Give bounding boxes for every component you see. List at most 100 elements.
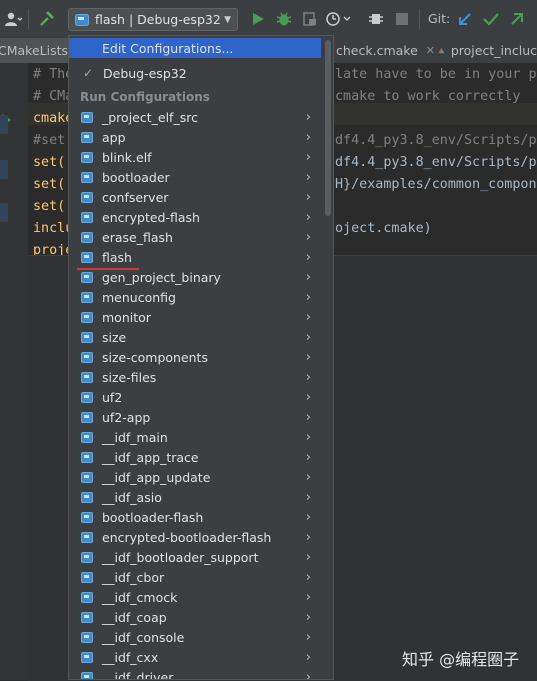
run-configuration-item[interactable]: size-components › [69,347,321,367]
run-configuration-item[interactable]: encrypted-flash › [69,207,321,227]
tab-cmakelists[interactable]: CMakeLists. [0,38,72,63]
code-line: set( [33,155,66,170]
git-commit-icon[interactable] [481,10,501,28]
chevron-right-icon: › [305,589,311,605]
chevron-right-icon: › [305,529,311,545]
chevron-right-icon: › [305,449,311,465]
code-line: set( [33,177,66,192]
editor-gutter [0,63,29,680]
run-configuration-label: __idf_asio [102,489,162,505]
run-configuration-label: __idf_coap [102,609,167,625]
run-configuration-item[interactable]: __idf_coap › [69,607,321,627]
run-configuration-item[interactable]: monitor › [69,307,321,327]
run-configuration-item[interactable]: flash › [69,247,321,267]
run-configuration-label: flash [102,249,132,265]
cmake-target-icon [81,271,93,283]
run-configuration-item[interactable]: __idf_app_update › [69,467,321,487]
run-configuration-item[interactable]: __idf_bootloader_support › [69,547,321,567]
cmake-target-icon [81,311,93,323]
run-configuration-label: uf2 [102,389,123,405]
cmake-target-icon [75,13,89,26]
chevron-right-icon: › [305,309,311,325]
cmake-target-icon [81,171,93,183]
run-configuration-label: __idf_bootloader_support [102,549,259,565]
run-with-coverage-icon[interactable] [300,10,320,28]
run-configuration-item[interactable]: erase_flash › [69,227,321,247]
chevron-right-icon: › [305,149,311,165]
cmake-target-icon [81,391,93,403]
run-configuration-selector[interactable]: flash | Debug-esp32 ▼ [68,8,238,31]
tab-check-cmake[interactable]: check.cmake ✕ [334,38,435,63]
chevron-right-icon: › [305,569,311,585]
run-configuration-item[interactable]: __idf_console › [69,627,321,647]
chevron-right-icon: › [305,369,311,385]
run-configuration-item[interactable]: blink.elf › [69,147,321,167]
tab-project-include[interactable]: project_incluc [438,38,537,63]
run-configuration-label: confserver [102,189,169,205]
cmake-target-icon [81,111,93,123]
edit-configurations-item[interactable]: Edit Configurations... [69,38,321,58]
run-configuration-label: __idf_app_update [102,469,211,485]
cmake-target-icon [81,231,93,243]
checkmark-icon: ✓ [83,66,94,80]
current-configuration-item[interactable]: ✓ Debug-esp32 [69,63,321,83]
chevron-right-icon: › [305,189,311,205]
run-configuration-item[interactable]: __idf_cbor › [69,567,321,587]
attach-debugger-icon[interactable] [366,10,386,28]
cmake-target-icon [81,351,93,363]
cmake-target-icon [81,331,93,343]
chevron-right-icon: › [305,289,311,305]
close-icon[interactable]: ✕ [426,44,435,57]
run-configurations-popup: Edit Configurations... ✓ Debug-esp32 Run… [68,35,334,680]
run-configuration-item[interactable]: gen_project_binary › [69,267,321,287]
profile-icon[interactable] [324,10,352,28]
debug-bug-icon[interactable] [274,10,294,28]
run-configuration-item[interactable]: __idf_asio › [69,487,321,507]
build-hammer-icon[interactable] [36,10,58,28]
chevron-down-icon: ▼ [224,14,231,25]
code-line-tail: df4.4_py3.8_env/Scripts/p [335,133,537,148]
cmake-target-icon [81,451,93,463]
cmake-target-icon [81,211,93,223]
cmake-target-icon [81,191,93,203]
run-configuration-label: bootloader [102,169,170,185]
tab-label: project_incluc [450,43,537,58]
cmake-target-icon [81,131,93,143]
git-update-icon[interactable] [455,10,475,28]
chevron-right-icon: › [305,129,311,145]
run-configuration-item[interactable]: encrypted-bootloader-flash › [69,527,321,547]
run-configuration-item[interactable]: size › [69,327,321,347]
run-configuration-item[interactable]: bootloader › [69,167,321,187]
run-configuration-item[interactable]: confserver › [69,187,321,207]
run-configuration-item[interactable]: app › [69,127,321,147]
code-line-tail: oject.cmake) [335,221,432,236]
run-configuration-item[interactable]: __idf_cxx › [69,647,321,667]
run-configuration-label: __idf_cmock [102,589,178,605]
run-configuration-item[interactable]: uf2-app › [69,407,321,427]
run-configuration-label: blink.elf [102,149,152,165]
git-push-icon[interactable] [507,10,527,28]
chevron-right-icon: › [305,169,311,185]
run-configuration-item[interactable]: _project_elf_src › [69,107,321,127]
user-icon[interactable] [2,10,24,28]
run-configuration-item[interactable]: __idf_main › [69,427,321,447]
run-configuration-item[interactable]: __idf_driver › [69,667,321,679]
chevron-right-icon: › [305,509,311,525]
run-configuration-label: encrypted-bootloader-flash [102,529,272,545]
stop-icon[interactable] [392,10,412,28]
cmake-target-icon [81,551,93,563]
popup-scrollbar[interactable] [325,40,331,216]
run-configuration-item[interactable]: __idf_app_trace › [69,447,321,467]
run-icon[interactable] [248,10,268,28]
run-configuration-item[interactable]: size-files › [69,367,321,387]
run-configuration-label: encrypted-flash [102,209,200,225]
chevron-right-icon: › [305,229,311,245]
run-configuration-item[interactable]: uf2 › [69,387,321,407]
chevron-right-icon: › [305,649,311,665]
run-configuration-item[interactable]: menuconfig › [69,287,321,307]
run-configuration-label: gen_project_binary [102,269,221,285]
chevron-right-icon: › [305,629,311,645]
run-configuration-item[interactable]: __idf_cmock › [69,587,321,607]
run-configuration-item[interactable]: bootloader-flash › [69,507,321,527]
watermark: 知乎 @编程圈子 [402,650,520,669]
